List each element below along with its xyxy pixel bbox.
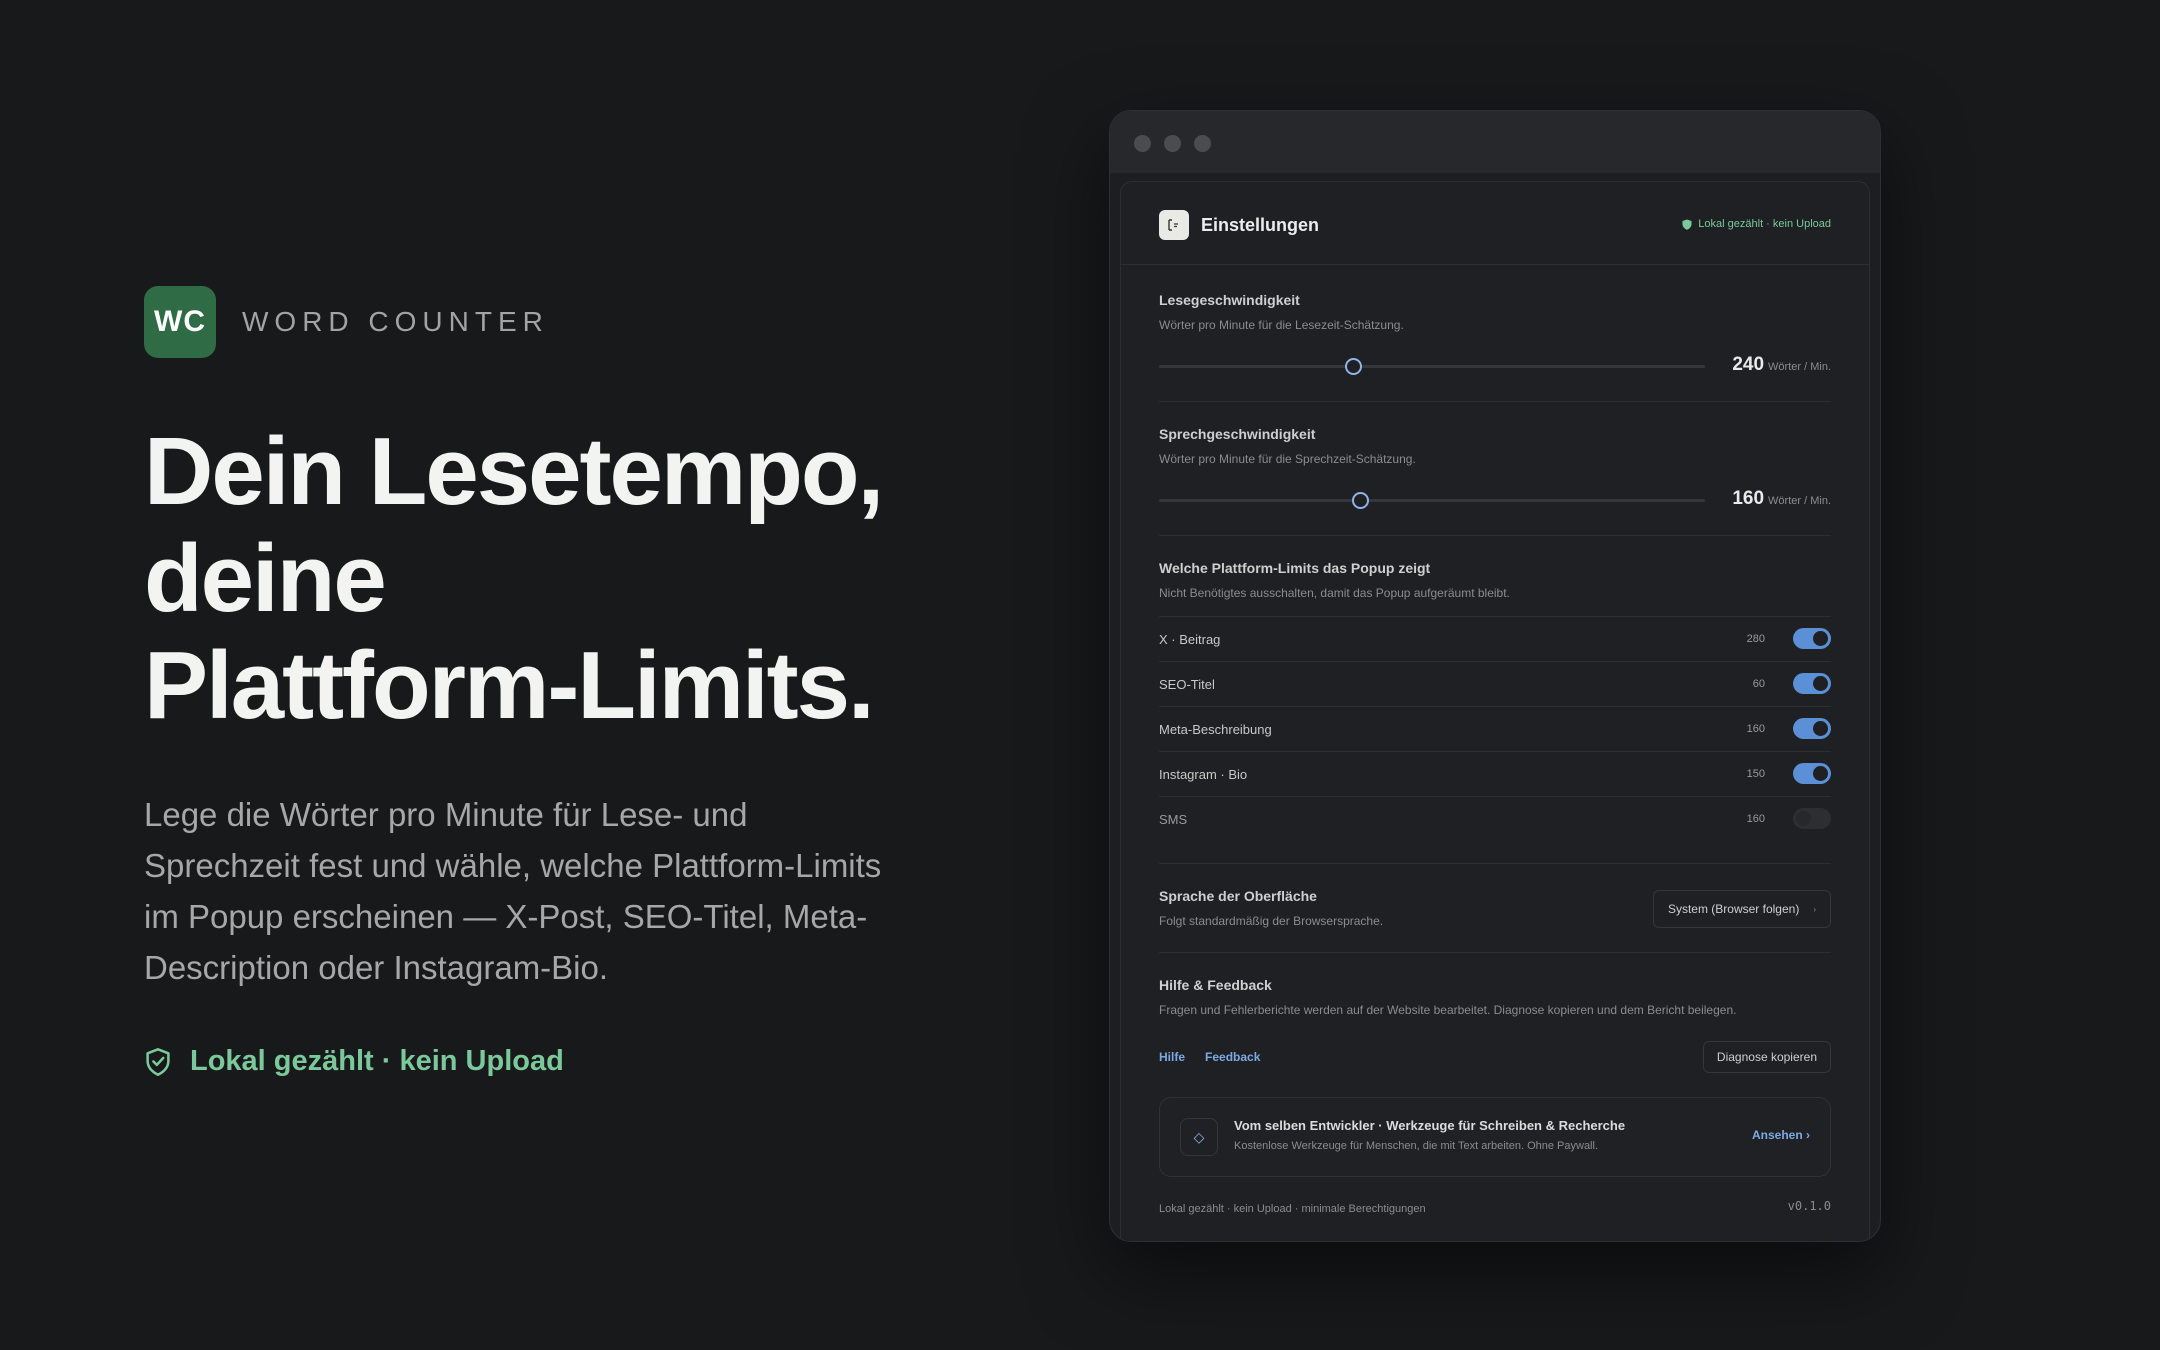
shield-icon — [1682, 219, 1692, 230]
limit-row-meta-description: Meta-Beschreibung 160 — [1159, 706, 1831, 751]
promo-view-link[interactable]: Ansehen › — [1752, 1128, 1810, 1142]
feedback-link[interactable]: Feedback — [1205, 1050, 1260, 1064]
copy-diagnostics-button[interactable]: Diagnose kopieren — [1702, 1041, 1831, 1073]
privacy-badge: Lokal gezählt · kein Upload — [144, 1045, 944, 1078]
limit-value: 280 — [1746, 633, 1765, 645]
speaking-speed-slider[interactable] — [1159, 492, 1705, 509]
hero-title-line: Dein Lesetempo, — [144, 418, 884, 525]
limit-row-x-post: X · Beitrag 280 — [1159, 616, 1831, 661]
speaking-speed-title: Sprechgeschwindigkeit — [1159, 426, 1316, 442]
settings-footer: Lokal gezählt · kein Upload · minimale B… — [1159, 1199, 1831, 1219]
brand-name: WORD COUNTER — [242, 306, 549, 337]
toggle-knob — [1813, 676, 1828, 691]
speaking-speed-slider-thumb[interactable] — [1351, 492, 1369, 509]
speaking-speed-slider-row: 160 Wörter / Min. — [1159, 480, 1831, 520]
limit-toggle-sms[interactable] — [1793, 808, 1831, 829]
limit-row-instagram-bio: Instagram · Bio 150 — [1159, 751, 1831, 796]
limit-toggle-seo-title[interactable] — [1793, 673, 1831, 694]
platform-limits-section: Welche Plattform-Limits das Popup zeigt … — [1159, 536, 1831, 841]
limit-value: 160 — [1746, 723, 1765, 735]
help-subtitle: Fragen und Fehlerberichte werden auf der… — [1159, 1003, 1737, 1017]
platform-limits-title: Welche Plattform-Limits das Popup zeigt — [1159, 560, 1431, 576]
limit-label: SMS — [1159, 811, 1188, 827]
help-link[interactable]: Hilfe — [1159, 1050, 1185, 1064]
limit-row-seo-title: SEO-Titel 60 — [1159, 661, 1831, 706]
reading-speed-subtitle: Wörter pro Minute für die Lesezeit-Schät… — [1159, 318, 1404, 332]
promo-subtitle: Kostenlose Werkzeuge für Menschen, die m… — [1234, 1140, 1599, 1152]
limit-value: 160 — [1746, 813, 1765, 825]
toggle-knob — [1796, 811, 1811, 826]
brand: WC WORD COUNTER — [144, 286, 944, 358]
language-section: Sprache der Oberfläche Folgt standardmäß… — [1159, 864, 1831, 952]
help-title: Hilfe & Feedback — [1159, 977, 1272, 993]
hero-title: Dein Lesetempo, deine Plattform-Limits. — [144, 418, 944, 739]
reading-speed-title: Lesegeschwindigkeit — [1159, 292, 1300, 308]
limit-toggle-x-post[interactable] — [1793, 628, 1831, 649]
header-privacy-label: Lokal gezählt · kein Upload — [1698, 218, 1831, 230]
limit-toggle-instagram-bio[interactable] — [1793, 763, 1831, 784]
version-label: v0.1.0 — [1787, 1199, 1831, 1213]
reading-speed-slider-thumb[interactable] — [1344, 358, 1362, 375]
limit-label: Instagram · Bio — [1159, 766, 1248, 782]
settings-header: Einstellungen Lokal gezählt · kein Uploa… — [1121, 182, 1869, 265]
reading-speed-value: 240 Wörter / Min. — [1732, 354, 1831, 376]
language-select-value: System (Browser folgen) — [1667, 902, 1800, 916]
shield-check-icon — [146, 1047, 170, 1076]
settings-content: Lesegeschwindigkeit Wörter pro Minute fü… — [1159, 264, 1831, 1219]
toggle-knob — [1813, 766, 1828, 781]
speaking-speed-section: Sprechgeschwindigkeit Wörter pro Minute … — [1159, 402, 1831, 535]
reading-speed-number: 240 — [1732, 354, 1765, 375]
hero-description: Lege die Wörter pro Minute für Lese- und… — [144, 796, 882, 986]
hero-title-line: deine — [144, 525, 387, 632]
help-links: Hilfe Feedback Diagnose kopieren — [1159, 1041, 1831, 1073]
settings-app-icon — [1159, 210, 1189, 240]
speaking-speed-unit: Wörter / Min. — [1768, 495, 1831, 507]
limit-toggle-meta-description[interactable] — [1793, 718, 1831, 739]
privacy-badge-label: Lokal gezählt · kein Upload — [190, 1045, 564, 1077]
help-section: Hilfe & Feedback Fragen und Fehlerberich… — [1159, 953, 1831, 1073]
reading-speed-section: Lesegeschwindigkeit Wörter pro Minute fü… — [1159, 264, 1831, 401]
limit-row-sms: SMS 160 — [1159, 796, 1831, 841]
limit-label: Meta-Beschreibung — [1159, 721, 1272, 737]
promo-title: Vom selben Entwickler · Werkzeuge für Sc… — [1234, 1118, 1626, 1133]
chevron-down-icon: › — [1813, 904, 1816, 914]
settings-title: Einstellungen — [1201, 215, 1320, 235]
footer-text: Lokal gezählt · kein Upload · minimale B… — [1159, 1203, 1426, 1215]
speaking-speed-subtitle: Wörter pro Minute für die Sprechzeit-Sch… — [1159, 452, 1416, 466]
limit-value: 60 — [1752, 678, 1765, 690]
hero-title-line: Plattform-Limits. — [144, 632, 875, 739]
hero: WC WORD COUNTER Dein Lesetempo, deine Pl… — [144, 286, 944, 1078]
toggle-knob — [1813, 721, 1828, 736]
limit-label: SEO-Titel — [1159, 676, 1215, 692]
window-close-dot[interactable] — [1134, 135, 1151, 152]
reading-speed-slider-row: 240 Wörter / Min. — [1159, 346, 1831, 386]
promo-card[interactable]: ◇ Vom selben Entwickler · Werkzeuge für … — [1159, 1097, 1831, 1177]
platform-limits-list: X · Beitrag 280 SEO-Titel 60 Meta-Beschr… — [1159, 616, 1831, 841]
limit-value: 150 — [1746, 768, 1765, 780]
header-privacy-badge: Lokal gezählt · kein Upload — [1682, 218, 1831, 230]
limit-label: X · Beitrag — [1159, 631, 1221, 647]
window-titlebar — [1110, 111, 1880, 173]
app-window: Einstellungen Lokal gezählt · kein Uploa… — [1109, 110, 1881, 1242]
settings-panel: Einstellungen Lokal gezählt · kein Uploa… — [1120, 181, 1870, 1241]
language-select[interactable]: System (Browser folgen) › — [1652, 890, 1831, 928]
brand-logo: WC — [144, 286, 216, 358]
diamond-icon: ◇ — [1180, 1118, 1218, 1156]
reading-speed-unit: Wörter / Min. — [1768, 361, 1831, 373]
window-minimize-dot[interactable] — [1164, 135, 1181, 152]
toggle-knob — [1813, 631, 1828, 646]
platform-limits-subtitle: Nicht Benötigtes ausschalten, damit das … — [1159, 586, 1510, 600]
speaking-speed-number: 160 — [1732, 488, 1765, 509]
speaking-speed-value: 160 Wörter / Min. — [1732, 488, 1831, 510]
reading-speed-slider[interactable] — [1159, 358, 1705, 375]
window-maximize-dot[interactable] — [1194, 135, 1211, 152]
